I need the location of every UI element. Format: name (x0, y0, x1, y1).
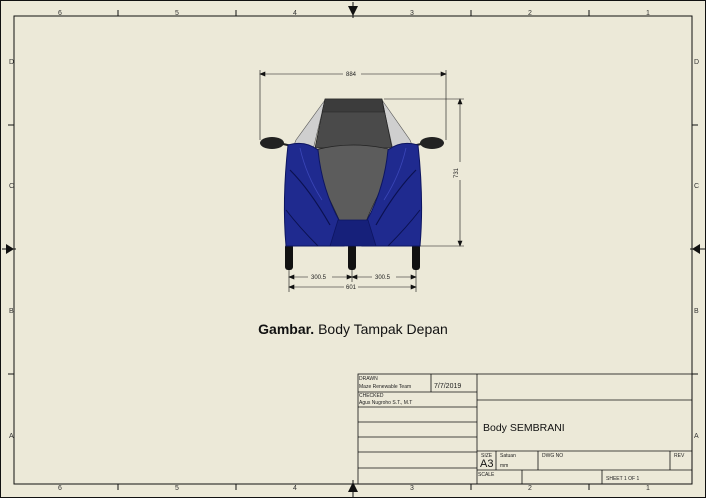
zone-label-left-c: C (9, 183, 14, 190)
caption-bold: Gambar. (258, 321, 315, 337)
wheel-center (348, 244, 356, 270)
dim-height: 731 (454, 167, 460, 178)
tb-size-value: A3 (480, 458, 494, 470)
wheel-left (285, 244, 293, 270)
zone-label-bottom-1: 1 (646, 485, 650, 492)
mirror-left (260, 137, 284, 149)
figure-caption: Gambar. Body Tampak Depan (0, 321, 706, 337)
zone-label-left-a: A (9, 433, 14, 440)
wheel-right (412, 244, 420, 270)
tb-drawn-name: Maze Renewable Team (359, 384, 411, 390)
zone-label-right-b: B (694, 308, 699, 315)
dim-right-track: 300.5 (375, 275, 391, 281)
tb-unit-label: Satuan (500, 453, 516, 459)
drawing-title: Body SEMBRANI (483, 422, 565, 434)
drawing-sheet: 6 5 4 3 2 1 6 5 4 3 2 1 D C B A D C B A (0, 0, 706, 498)
zone-label-top-4: 4 (293, 10, 297, 17)
zone-label-top-2: 2 (528, 10, 532, 17)
zone-label-right-d: D (694, 59, 699, 66)
tb-rev-label: REV (674, 453, 685, 459)
tb-sheet-label: SHEET 1 OF 1 (606, 476, 639, 482)
tb-dwg-label: DWG NO (542, 453, 563, 459)
dim-total-track: 601 (346, 285, 357, 291)
dim-top-width: 884 (346, 72, 357, 78)
zone-label-right-a: A (694, 433, 699, 440)
nose (329, 219, 377, 247)
dim-left-track: 300.5 (311, 275, 327, 281)
tb-unit-value: mm (500, 463, 508, 469)
zone-label-bottom-3: 3 (410, 485, 414, 492)
zone-label-left-b: B (9, 308, 14, 315)
zone-label-bottom-4: 4 (293, 485, 297, 492)
zone-label-right-c: C (694, 183, 699, 190)
zone-label-top-6: 6 (58, 10, 62, 17)
zone-label-top-3: 3 (410, 10, 414, 17)
zone-label-top-5: 5 (175, 10, 179, 17)
zone-label-bottom-5: 5 (175, 485, 179, 492)
zone-label-bottom-6: 6 (58, 485, 62, 492)
tb-drawn-date: 7/7/2019 (434, 383, 461, 390)
zone-label-left-d: D (9, 59, 14, 66)
mirror-right (420, 137, 444, 149)
tb-checked-name: Agus Nugroho S.T., M.T (359, 400, 412, 406)
drawing-canvas: 6 5 4 3 2 1 6 5 4 3 2 1 D C B A D C B A (0, 0, 706, 498)
tb-scale-label: SCALE (478, 472, 495, 478)
caption-text: Body Tampak Depan (314, 321, 448, 337)
zone-label-bottom-2: 2 (528, 485, 532, 492)
roof-top (321, 98, 385, 113)
tb-drawn-label: DRAWN (359, 376, 378, 382)
tb-checked-label: CHECKED (359, 393, 384, 399)
zone-label-top-1: 1 (646, 10, 650, 17)
